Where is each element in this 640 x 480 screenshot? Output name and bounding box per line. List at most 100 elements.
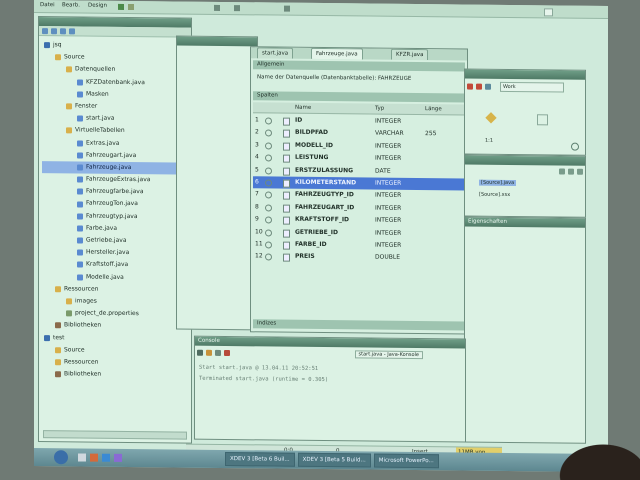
menu-item-bearbeiten[interactable]: Bearb. [62,2,80,8]
row-checkbox[interactable] [265,142,272,150]
field-icon [283,154,290,163]
tab-start-java[interactable]: start.java [257,47,294,59]
column-type-cell: INTEGER [375,241,402,249]
row-checkbox[interactable] [265,241,272,249]
column-name-cell: KILOMETERSTAND [295,178,357,187]
properties-titlebar: Eigenschaften [465,217,585,228]
row-checkbox[interactable] [265,253,272,261]
scroll-lock-icon[interactable] [206,349,212,356]
folder-icon [66,298,72,305]
outline-item-1[interactable]: [Source].xsx [479,192,510,198]
java-file-icon [77,274,83,281]
work-dropdown[interactable]: Work [500,81,564,93]
row-checkbox[interactable] [265,191,272,199]
quicklaunch-icon[interactable] [102,453,110,462]
refresh-icon[interactable] [51,27,57,34]
column-type-cell: INTEGER [375,142,402,150]
toolbar-debug-icon[interactable] [128,3,134,11]
taskbar-button[interactable]: XDEV 3 [Beta 5 Build... [297,452,371,468]
toolbar-stop-icon[interactable] [544,8,553,17]
quicklaunch-icon[interactable] [114,453,122,462]
tree-item-label: jsq [53,41,62,49]
console-tab[interactable]: start.java - Java-Konsole [354,350,423,360]
row-checkbox[interactable] [265,216,272,224]
folder-icon [66,66,72,73]
tab-kfzr-java[interactable]: KFZR.java [391,48,429,61]
toolbar-arrow-icon[interactable] [214,4,220,11]
tree-item-label: Fahrzeugtyp.java [86,212,138,220]
clear-console-icon[interactable] [197,349,203,356]
taskbar-button[interactable]: XDEV 3 [Beta 6 Buil... [225,452,295,467]
column-header-name[interactable]: Name [295,103,311,113]
outline-item-0[interactable]: [Source].java [479,179,517,187]
toolbar-nav-icon[interactable] [284,5,290,12]
menu-icon[interactable] [577,168,583,175]
collapse-icon[interactable] [42,27,48,34]
section-header-allgemein[interactable]: Allgemein [253,60,465,72]
filter-icon[interactable] [568,168,574,175]
tree-item[interactable]: Ressourcen [42,283,188,297]
row-checkbox[interactable] [265,229,272,237]
row-checkbox[interactable] [265,204,272,212]
tree-item[interactable]: Bibliotheken [42,368,188,382]
grid-column-header: Name Typ Länge [253,102,465,116]
projected-screen: Datei Bearb. Design jsq Source Datenquelle… [34,0,608,473]
tree-item-label: start.java [86,114,115,122]
row-checkbox[interactable] [265,179,272,187]
palette-titlebar [177,36,257,47]
menu-item-design[interactable]: Design [88,3,107,9]
column-name-cell: ID [295,116,303,124]
delete-icon[interactable] [476,83,482,90]
sort-icon[interactable] [559,168,565,175]
java-file-icon [77,188,83,195]
tree-item-label: FahrzeugTon.java [86,199,138,208]
horizontal-scrollbar[interactable] [43,430,187,440]
link-icon[interactable] [60,27,66,34]
row-checkbox[interactable] [265,117,272,125]
menu-item-datei[interactable]: Datei [40,2,55,8]
console-toolbar: start.java - Java-Konsole [197,348,463,361]
toolbar-step-icon[interactable] [234,5,240,12]
row-checkbox[interactable] [265,167,272,175]
section-header-indizes[interactable]: Indizes [253,319,465,331]
column-header-laenge[interactable]: Länge [425,104,442,114]
row-checkbox[interactable] [265,129,272,137]
column-header-typ[interactable]: Typ [375,104,384,114]
tree-item-label: Farbe.java [86,224,118,232]
field-icon [283,229,290,238]
outline-titlebar [465,155,585,166]
pencil-icon[interactable] [485,112,497,124]
filter-icon[interactable] [69,27,75,34]
taskbar-button[interactable]: Microsoft PowerPo... [373,453,439,469]
tree-item-label: Bibliotheken [64,370,102,378]
tree-item-label: Source [64,346,85,354]
project-explorer-toolbar [39,26,191,38]
outline-panel: [Source].java [Source].xsx [464,154,586,218]
pin-icon[interactable] [215,349,221,356]
row-checkbox[interactable] [265,154,272,162]
row-number: 4 [255,153,259,161]
toolbar-run-icon[interactable] [118,3,124,10]
quicklaunch-icon[interactable] [90,453,98,462]
column-name-cell: FAHRZEUGTYP_ID [295,191,354,199]
row-number: 9 [255,215,259,223]
layout-icon[interactable] [485,83,491,90]
quicklaunch-icon[interactable] [78,453,86,462]
start-button[interactable] [54,450,68,465]
folder-icon [66,103,72,110]
row-number: 5 [255,165,259,173]
table-row[interactable]: 12 PREIS DOUBLE [253,251,465,266]
row-number: 2 [255,128,259,136]
grid-header-spalten[interactable]: Spalten [253,91,465,103]
tab-fahrzeuge-java[interactable]: Fahrzeuge.java [311,47,363,60]
zoom-in-icon[interactable] [571,142,579,151]
terminate-icon[interactable] [224,349,230,357]
java-file-icon [77,140,83,147]
select-icon[interactable] [467,83,473,90]
tree-item-label: Datenquellen [75,65,116,74]
tree-item[interactable]: Source [42,51,188,65]
field-icon [283,129,290,139]
library-icon [55,322,61,329]
tree-item-label: Ressourcen [64,285,99,293]
column-type-cell: INTEGER [375,191,402,200]
